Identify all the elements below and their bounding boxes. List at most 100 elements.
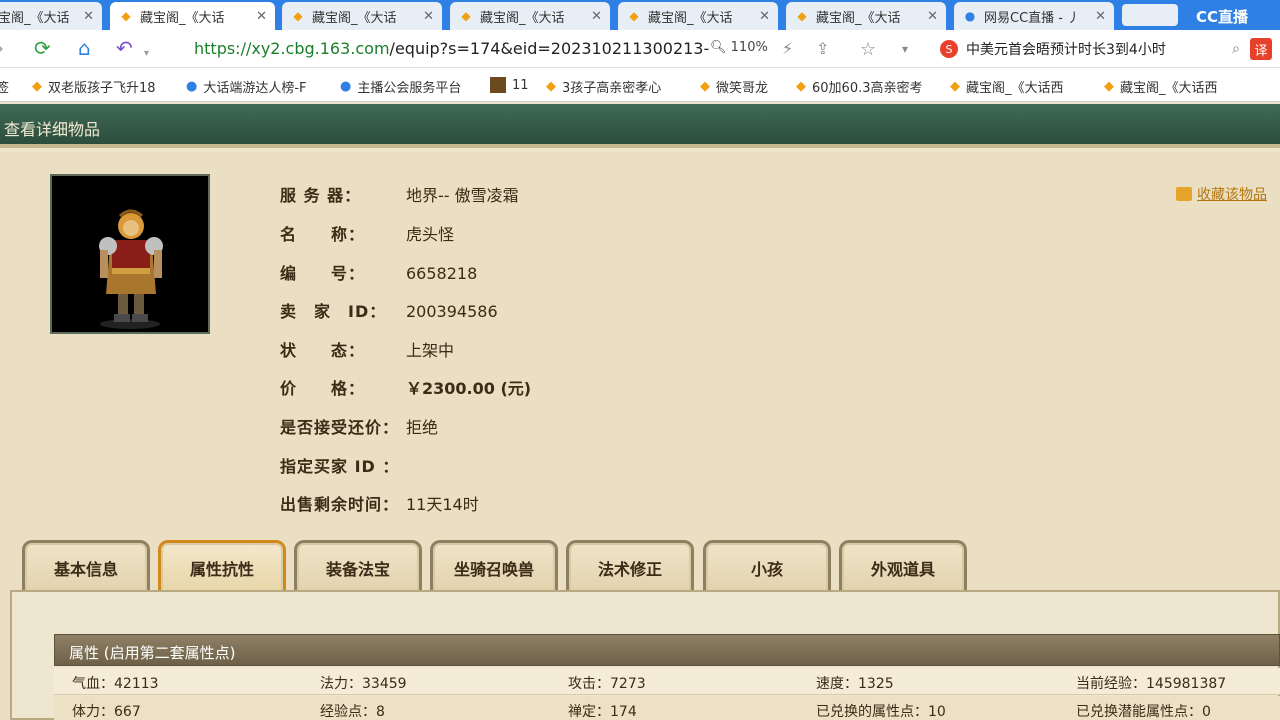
table-row: 体力：667 经验点：8 禅定：174 已兑换的属性点：10 已兑换潜能属性点：… [54, 696, 1280, 720]
bookmark-item[interactable]: ● 主播公会服务平台 [340, 77, 461, 96]
tab-attributes[interactable]: 属性抗性 [158, 540, 286, 592]
info-value: 地界-- 傲雪凌霜 [406, 186, 519, 205]
cbg-favicon-icon: ◆ [796, 79, 806, 94]
bookmark-label: 3孩子高亲密孝心 [562, 81, 662, 96]
translate-button[interactable]: 译 [1250, 38, 1272, 60]
info-value: 拒绝 [406, 418, 439, 437]
bookmark-item[interactable]: ◆ 双老版孩子飞升18 [32, 77, 156, 96]
browser-tab-5[interactable]: ◆ 藏宝阁_《大话 ✕ [618, 2, 778, 30]
browser-tab-title: 藏宝阁_《大话 [480, 10, 565, 26]
price-value: ￥2300.00 (元) [406, 379, 532, 398]
bookmark-item[interactable]: ◆ 60加60.3高亲密考 [796, 77, 923, 96]
info-label: 编 号： [280, 264, 366, 283]
bookmark-label: 微笑哥龙 [716, 81, 769, 96]
tab-basic-info[interactable]: 基本信息 [22, 540, 150, 592]
browser-tab-bar: 宝阁_《大话 ✕ ◆ 藏宝阁_《大话 ✕ ◆ 藏宝阁_《大话 ✕ ◆ 藏宝阁_《… [0, 0, 1280, 30]
cbg-favicon-icon: ◆ [32, 79, 42, 94]
browser-tab-2[interactable]: ◆ 藏宝阁_《大话 ✕ [110, 2, 275, 30]
browser-tab-4[interactable]: ◆ 藏宝阁_《大话 ✕ [450, 2, 610, 30]
star-icon[interactable]: ☆ [860, 39, 876, 60]
bookmark-item[interactable]: ● 大话端游达人榜-F [186, 77, 307, 96]
zoom-indicator[interactable]: 🔍︎ 110% [710, 40, 768, 55]
info-value: 11天14时 [406, 495, 479, 514]
browser-tab-1[interactable]: 宝阁_《大话 ✕ [0, 2, 102, 30]
zoom-level: 110% [730, 40, 768, 55]
close-icon[interactable]: ✕ [759, 9, 770, 24]
bookmark-label: 60加60.3高亲密考 [812, 81, 923, 96]
attr-cell: 当前经验：145981387 [1076, 676, 1227, 692]
favorite-link[interactable]: 收藏该物品 [1176, 184, 1267, 204]
favorite-label: 收藏该物品 [1197, 187, 1267, 203]
url-host: https://xy2.cbg.163.com [194, 39, 390, 58]
character-figure-icon [99, 209, 163, 329]
browser-tab-title: 藏宝阁_《大话 [140, 10, 225, 26]
cc-live-favicon-icon: ● [964, 9, 976, 23]
bookmark-item[interactable]: ◆ 微笑哥龙 [700, 77, 768, 96]
url-field[interactable]: https://xy2.cbg.163.com/equip?s=174&eid=… [194, 39, 709, 58]
tab-children[interactable]: 小孩 [703, 540, 831, 592]
search-text: 中美元首会晤预计时长3到4小时 [966, 42, 1166, 58]
close-icon[interactable]: ✕ [591, 9, 602, 24]
bookmark-label: 主播公会服务平台 [357, 81, 462, 96]
info-price: 价 格： ￥2300.00 (元) [280, 375, 531, 399]
bookmark-item[interactable]: ◆ 藏宝阁_《大话西 [1104, 77, 1218, 96]
cbg-favicon-icon: ◆ [629, 9, 639, 23]
attr-cell: 经验点：8 [320, 704, 385, 720]
close-icon[interactable]: ✕ [256, 9, 267, 24]
image-favicon-icon [490, 77, 506, 93]
tab-equipment[interactable]: 装备法宝 [294, 540, 422, 592]
info-label: 名 称： [280, 225, 366, 244]
bookmark-item[interactable]: 11 [490, 77, 529, 93]
close-icon[interactable]: ✕ [423, 9, 434, 24]
new-tab-button[interactable] [1122, 4, 1178, 26]
chevron-down-icon[interactable]: ▾ [902, 42, 908, 56]
info-label: 价 格： [280, 379, 366, 398]
info-name: 名 称： 虎头怪 [280, 221, 454, 245]
info-label: 服 务 器： [280, 186, 362, 205]
home-icon[interactable]: ⌂ [78, 38, 91, 58]
info-bargain: 是否接受还价： 拒绝 [280, 414, 438, 438]
bookmarks-bar: 签 ◆ 双老版孩子飞升18 ● 大话端游达人榜-F ● 主播公会服务平台 11 ◆ 3孩… [0, 68, 1280, 102]
attr-cell: 速度：1325 [816, 676, 894, 692]
browser-tab-3[interactable]: ◆ 藏宝阁_《大话 ✕ [282, 2, 442, 30]
info-status: 状 态： 上架中 [280, 337, 454, 361]
attr-cell: 体力：667 [72, 704, 141, 720]
bookmark-item[interactable]: ◆ 3孩子高亲密孝心 [546, 77, 661, 96]
bookmark-item[interactable]: 签 [0, 77, 9, 96]
lightning-icon[interactable]: ⚡︎ [782, 39, 793, 58]
chevron-down-icon[interactable]: ▾ [144, 44, 149, 64]
address-toolbar: › ⟳ ⌂ ↶ ▾ https://xy2.cbg.163.com/equip?… [0, 30, 1280, 68]
info-value: 虎头怪 [406, 225, 455, 244]
search-box[interactable]: S 中美元首会晤预计时长3到4小时 ⌕ [940, 38, 1240, 60]
url-path: /equip?s=174&eid=202310211300213- [389, 39, 710, 58]
reload-icon[interactable]: ⟳ [34, 38, 51, 58]
attr-cell: 禅定：174 [568, 704, 637, 720]
browser-tab-6[interactable]: ◆ 藏宝阁_《大话 ✕ [786, 2, 946, 30]
cbg-favicon-icon: ◆ [293, 9, 303, 23]
cbg-favicon-icon: ◆ [797, 9, 807, 23]
browser-tab-7[interactable]: ● 网易CC直播 - 丿 ✕ [954, 2, 1114, 30]
info-label: 是否接受还价： [280, 418, 400, 437]
forward-icon[interactable]: › [0, 38, 4, 58]
tab-spell-modifiers[interactable]: 法术修正 [566, 540, 694, 592]
info-number: 编 号： 6658218 [280, 260, 477, 284]
tab-mounts-pets[interactable]: 坐骑召唤兽 [430, 540, 558, 592]
search-icon[interactable]: ⌕ [1232, 41, 1240, 57]
tab-appearance-items[interactable]: 外观道具 [839, 540, 967, 592]
undo-icon[interactable]: ↶ [116, 38, 133, 58]
browser-tab-title: 藏宝阁_《大话 [816, 10, 901, 26]
close-icon[interactable]: ✕ [927, 9, 938, 24]
info-value: 6658218 [406, 264, 478, 283]
table-row: 气血：42113 法力：33459 攻击：7273 速度：1325 当前经验：1… [54, 668, 1280, 695]
share-icon[interactable]: ⇪ [816, 39, 829, 58]
info-label: 状 态： [280, 341, 366, 360]
attr-cell: 攻击：7273 [568, 676, 646, 692]
globe-icon: ● [340, 79, 352, 94]
sogou-search-icon: S [940, 40, 958, 58]
attr-cell: 已兑换潜能属性点：0 [1076, 704, 1211, 720]
page-title: 查看详细物品 [4, 120, 101, 139]
bookmark-label: 藏宝阁_《大话西 [966, 81, 1064, 96]
close-icon[interactable]: ✕ [1095, 9, 1106, 24]
close-icon[interactable]: ✕ [83, 9, 94, 24]
bookmark-item[interactable]: ◆ 藏宝阁_《大话西 [950, 77, 1064, 96]
